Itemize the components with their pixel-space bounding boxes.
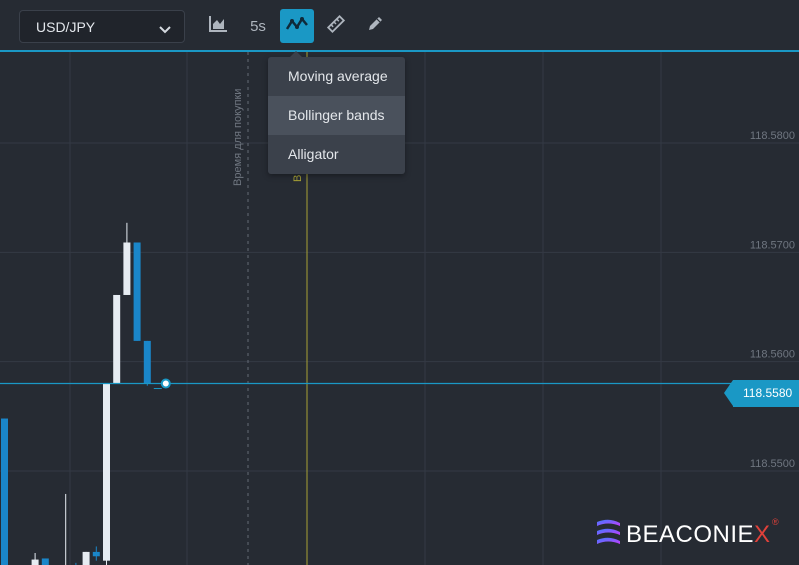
candle-down	[133, 242, 141, 341]
ruler-button[interactable]	[319, 9, 353, 43]
beaconiex-logo: BEACONIEX ®	[594, 517, 784, 551]
price-axis: 118.5800 118.5700 118.5600 118.5500	[750, 130, 795, 470]
candle-up	[103, 383, 110, 561]
chart-toolbar: USD/JPY 5s	[0, 0, 799, 52]
candle-down	[143, 340, 151, 384]
candle-down	[41, 558, 49, 565]
price-tick-label: 118.5800	[750, 130, 795, 142]
price-tick-label: 118.5600	[750, 349, 795, 361]
price-tick-label: 118.5700	[750, 239, 795, 251]
candle-down	[1, 418, 8, 565]
current-price-marker	[160, 378, 171, 389]
area-chart-icon	[208, 15, 228, 38]
candle-down	[92, 551, 100, 557]
price-tag-arrow	[724, 380, 733, 406]
timeframe-label: 5s	[250, 17, 266, 35]
indicators-button[interactable]	[280, 9, 314, 43]
candle-up	[82, 551, 90, 565]
candles-layer	[1, 222, 151, 565]
ruler-icon	[326, 14, 346, 39]
expiration-time-label: В	[292, 174, 304, 182]
chevron-down-icon	[158, 22, 172, 40]
price-tick-label: 118.5500	[750, 458, 795, 470]
indicator-wave-icon	[285, 16, 309, 37]
timeframe-button[interactable]: 5s	[241, 9, 275, 43]
indicator-menu: Moving average Bollinger bands Alligator	[268, 51, 405, 174]
candle-up	[113, 294, 121, 384]
beaconiex-logo-mark	[597, 519, 620, 544]
pencil-icon	[366, 15, 384, 38]
asset-pair-select[interactable]: USD/JPY	[19, 10, 185, 43]
candle-up	[31, 559, 39, 565]
current-price-value: 118.5580	[743, 386, 793, 400]
purchase-time-label: Время для покупки	[232, 88, 244, 186]
menu-item-moving-average[interactable]: Moving average	[268, 57, 405, 96]
asset-pair-label: USD/JPY	[36, 19, 96, 35]
draw-button[interactable]	[358, 9, 392, 43]
chart-type-button[interactable]	[201, 9, 235, 43]
menu-item-bollinger-bands[interactable]: Bollinger bands	[268, 96, 405, 135]
current-price-tag: 118.5580	[724, 380, 799, 407]
candle-up	[123, 242, 131, 295]
menu-item-alligator[interactable]: Alligator	[268, 135, 405, 174]
